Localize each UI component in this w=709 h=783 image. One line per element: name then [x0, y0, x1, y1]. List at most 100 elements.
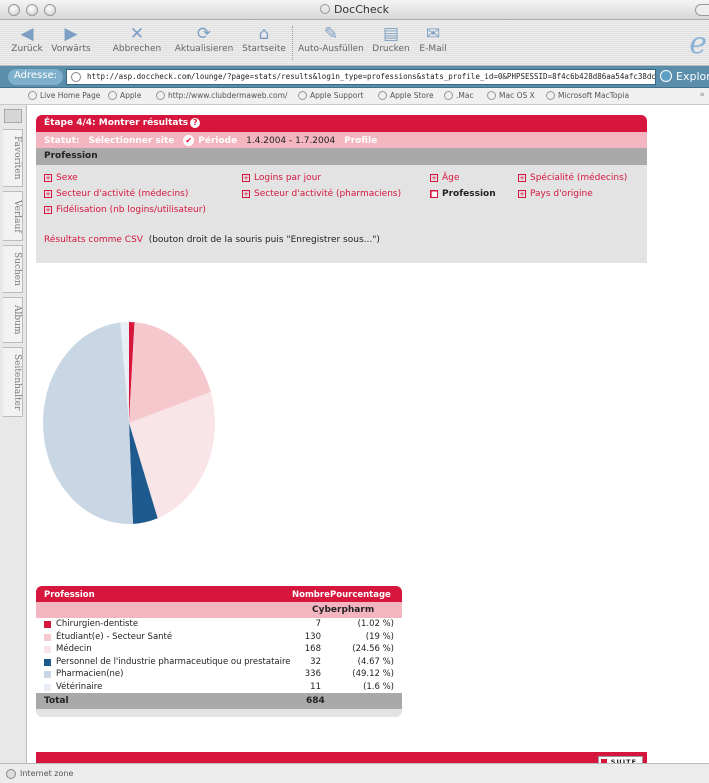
favorite-link[interactable]: Microsoft MacTopia: [546, 91, 629, 100]
sidetab-favorites[interactable]: Favoriten: [3, 129, 23, 187]
home-label: Startseite: [242, 44, 286, 54]
table-row: Vétérinaire 11 (1.6 %): [36, 681, 402, 694]
table-row: Personnel de l'industrie pharmaceutique …: [36, 656, 402, 669]
legend-swatch: [44, 621, 51, 628]
checkmark-icon: ✔: [183, 135, 195, 146]
favorite-icon: [546, 91, 555, 100]
sidetab-scrapbook[interactable]: Seitenhalter: [3, 347, 23, 417]
legend-swatch: [44, 646, 51, 653]
row-percentage: (1.6 %): [363, 681, 394, 692]
favorite-label: Microsoft MacTopia: [558, 91, 630, 100]
autofill-pen-icon: ✎: [323, 24, 339, 44]
sidetab-album[interactable]: Album: [3, 297, 23, 343]
legend-swatch: [44, 671, 51, 678]
option-secteur-pharmaciens[interactable]: + Secteur d'activité (pharmaciens): [242, 189, 401, 199]
favorite-link[interactable]: Apple: [108, 91, 141, 100]
option-label: Pays d'origine: [530, 189, 593, 199]
section-title: Profession: [36, 148, 647, 165]
favorite-label: Apple Store: [390, 91, 434, 100]
favorite-label: Live Home Page: [40, 91, 101, 100]
favorites-overflow-icon[interactable]: »: [699, 90, 705, 100]
status-bar: Internet zone: [0, 763, 709, 783]
favorite-icon: [108, 91, 117, 100]
refresh-button[interactable]: ⟳ Aktualisieren: [171, 24, 237, 54]
forward-label: Vorwärts: [51, 44, 91, 54]
home-button[interactable]: ⌂ Startseite: [240, 24, 288, 54]
option-label: Sexe: [56, 173, 78, 183]
page-icon: [319, 4, 330, 14]
favorite-link[interactable]: Live Home Page: [28, 91, 100, 100]
autofill-button[interactable]: ✎ Auto-Ausfüllen: [298, 24, 364, 54]
help-icon[interactable]: ?: [190, 118, 201, 128]
csv-line: Résultats comme CSV (bouton droit de la …: [44, 235, 380, 245]
address-label: Adresse:: [8, 69, 63, 85]
option-secteur-medecins[interactable]: + Secteur d'activité (médecins): [44, 189, 188, 199]
refresh-icon: ⟳: [196, 24, 212, 44]
favorite-link[interactable]: Apple Store: [378, 91, 434, 100]
favorite-icon: [156, 91, 165, 100]
option-label: Fidélisation (nb logins/utilisateur): [56, 205, 206, 215]
option-sexe[interactable]: + Sexe: [44, 173, 78, 183]
toolbar-separator: [292, 26, 293, 60]
period-label[interactable]: Période: [198, 136, 237, 146]
row-count: 7: [315, 619, 321, 629]
favorite-link[interactable]: .Mac: [444, 91, 474, 100]
go-button[interactable]: [660, 70, 672, 82]
plus-box-icon: +: [430, 174, 438, 182]
mail-envelope-icon: ✉: [425, 24, 441, 44]
favorite-icon: [487, 91, 496, 100]
option-pays[interactable]: + Pays d'origine: [518, 189, 593, 199]
favorite-icon: [298, 91, 307, 100]
csv-hint: (bouton droit de la souris puis "Enregis…: [148, 235, 380, 245]
browser-toolbar: ◀ Zurück ▶ Vorwärts ✕ Abbrechen ⟳ Aktualisie…: [0, 20, 709, 66]
site-name: Cyberpharm: [312, 605, 375, 615]
autofill-label: Auto-Ausfüllen: [298, 44, 364, 54]
period-dates: 1.4.2004 - 1.7.2004: [246, 136, 336, 146]
sidetab-history[interactable]: Verlauf: [3, 191, 23, 241]
option-specialite[interactable]: + Spécialité (médecins): [518, 173, 627, 183]
page-viewport: Étape 4/4: Montrer résultats? Statut: Sé…: [27, 105, 709, 772]
print-button[interactable]: ▤ Drucken: [366, 24, 416, 54]
option-profession[interactable]: ■ Profession: [430, 189, 496, 199]
row-profession: Chirurgien-dentiste: [56, 619, 139, 629]
results-table: Profession Nombre Pourcentage Cyberpharm…: [36, 586, 402, 717]
csv-link[interactable]: Résultats comme CSV: [44, 235, 143, 245]
row-profession: Vétérinaire: [56, 681, 103, 692]
row-count: 11: [310, 681, 321, 692]
row-profession: Pharmacien(ne): [56, 669, 124, 679]
option-label: Âge: [442, 173, 460, 183]
plus-box-icon: +: [44, 206, 52, 214]
printer-icon: ▤: [382, 24, 400, 44]
favorite-icon: [28, 91, 37, 100]
row-count: 336: [304, 669, 321, 679]
favorite-icon: [444, 91, 453, 100]
profile-link[interactable]: Profile: [344, 136, 377, 146]
favorite-link[interactable]: Apple Support: [298, 91, 363, 100]
table-row: Pharmacien(ne) 336 (49.12 %): [36, 668, 402, 681]
toolbar-toggle-button[interactable]: [695, 4, 709, 16]
option-age[interactable]: + Âge: [430, 173, 459, 183]
sidebar-toggle-button[interactable]: [4, 109, 22, 123]
stop-button[interactable]: ✕ Abbrechen: [104, 24, 170, 54]
favorite-link[interactable]: http://www.clubdermaweb.com/: [156, 91, 287, 100]
forward-button[interactable]: ▶ Vorwärts: [46, 24, 96, 54]
row-count: 32: [310, 656, 321, 667]
pie-chart: [41, 320, 217, 526]
window-title: DocCheck: [0, 3, 709, 16]
select-site-link[interactable]: Sélectionner site: [88, 136, 174, 146]
table-header: Profession Nombre Pourcentage: [36, 586, 402, 602]
option-label: Profession: [442, 189, 496, 199]
option-logins[interactable]: + Logins par jour: [242, 173, 321, 183]
window-title-text: DocCheck: [333, 3, 390, 16]
option-fidelisation[interactable]: + Fidélisation (nb logins/utilisateur): [44, 205, 206, 215]
url-input[interactable]: http://asp.doccheck.com/lounge/?page=sta…: [66, 69, 656, 85]
back-button[interactable]: ◀ Zurück: [10, 24, 44, 54]
sidetab-search[interactable]: Suchen: [3, 245, 23, 293]
legend-swatch: [44, 683, 51, 691]
status-text: Internet zone: [20, 769, 74, 778]
favorite-link[interactable]: Mac OS X: [487, 91, 535, 100]
site-favicon-icon: [71, 72, 81, 82]
stats-options: + Sexe + Logins par jour + Âge + Spécialité …: [36, 165, 647, 263]
mail-button[interactable]: ✉ E-Mail: [416, 24, 450, 54]
favorite-label: .Mac: [456, 91, 474, 100]
